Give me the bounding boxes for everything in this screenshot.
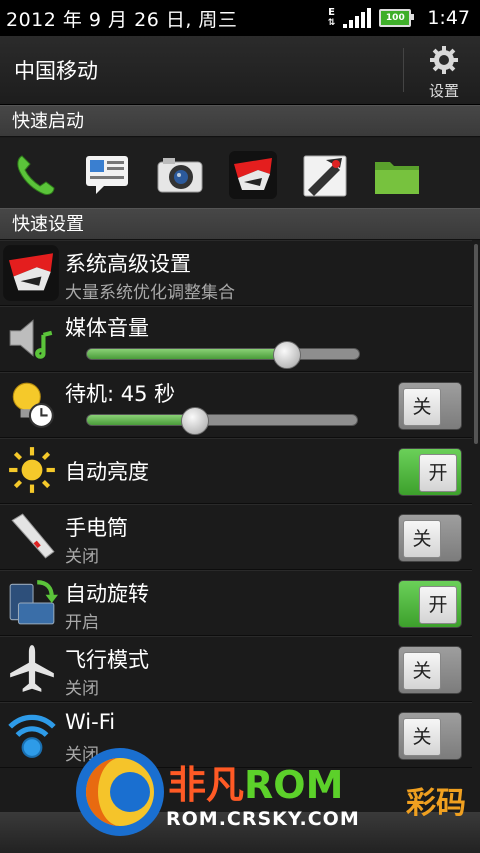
row-subtitle: 开启 [65, 613, 99, 633]
toggle-knob: 关 [403, 388, 441, 426]
row-flashlight: 手电筒 关闭 关 [0, 504, 472, 570]
auto-rotate-toggle[interactable]: 开 [398, 580, 462, 628]
settings-button[interactable]: 设置 [414, 44, 474, 101]
wifi-icon [8, 714, 56, 758]
row-advanced-settings[interactable]: 系统高级设置 大量系统优化调整集合 [0, 240, 472, 306]
watermark-brand-prefix: 非凡 [168, 763, 245, 807]
status-date: 2012 年 9 月 26 日, 周三 [6, 8, 238, 31]
status-time: 1:47 [427, 7, 470, 29]
standby-toggle[interactable]: 关 [398, 382, 462, 430]
section-header-quick-settings: 快速设置 [0, 208, 480, 240]
flashlight-toggle[interactable]: 关 [398, 514, 462, 562]
phone-icon[interactable] [10, 150, 60, 200]
section-header-quick-launch: 快速启动 [0, 105, 480, 137]
speaker-icon [9, 319, 53, 359]
row-airplane-mode: 飞行模式 关闭 关 [0, 636, 472, 702]
toggle-knob: 关 [403, 520, 441, 558]
row-title: 手电筒 [65, 516, 128, 540]
slider-thumb[interactable] [181, 407, 209, 435]
camera-icon[interactable] [155, 150, 205, 200]
row-standby: 待机: 45 秒 关 [0, 372, 472, 438]
carrier-name: 中国移动 [14, 59, 98, 83]
network-type: E [328, 7, 335, 18]
status-bar: 2012 年 9 月 26 日, 周三 E ⇅ 100 1:47 [0, 0, 480, 36]
row-title: 自动亮度 [65, 460, 149, 484]
app-icon[interactable] [228, 150, 278, 200]
watermark: 非凡ROM ROM.CRSKY.COM 彩码 [72, 742, 480, 842]
tool-icon[interactable] [300, 150, 350, 200]
row-title: 系统高级设置 [65, 252, 191, 276]
signal-strength-icon [343, 8, 372, 28]
scrollbar[interactable] [474, 244, 478, 444]
row-title: 自动旋转 [65, 582, 149, 606]
media-volume-slider[interactable] [86, 341, 360, 369]
lightbulb-clock-icon [12, 382, 54, 428]
data-network-icon: E ⇅ [327, 7, 336, 29]
battery-icon: 100 [379, 9, 415, 27]
row-title: 待机: 45 秒 [65, 382, 176, 406]
rotate-icon [9, 580, 58, 625]
row-auto-brightness: 自动亮度 开 [0, 438, 472, 504]
settings-label: 设置 [428, 82, 459, 100]
battery-level: 100 [385, 13, 405, 23]
airplane-icon [10, 645, 54, 692]
sun-icon [9, 447, 55, 493]
slider-fill [87, 349, 286, 359]
gear-icon [430, 46, 458, 74]
auto-brightness-toggle[interactable]: 开 [398, 448, 462, 496]
quick-settings-list: 系统高级设置 大量系统优化调整集合 媒体音量 待机: 45 秒 关 自动亮度 开… [0, 240, 472, 768]
toggle-knob: 关 [403, 652, 441, 690]
watermark-url: ROM.CRSKY.COM [166, 808, 360, 830]
row-subtitle: 关闭 [65, 679, 99, 699]
standby-slider[interactable] [86, 407, 358, 435]
brand-logo-icon [76, 748, 164, 836]
watermark-brand-rom: ROM [244, 763, 344, 807]
flashlight-icon [11, 513, 55, 559]
row-title: 媒体音量 [65, 316, 149, 340]
row-subtitle: 大量系统优化调整集合 [65, 283, 235, 303]
carrier-header: 中国移动 设置 [0, 36, 480, 105]
app-icon [3, 245, 59, 301]
folder-icon[interactable] [372, 150, 422, 200]
watermark-extra: 彩码 [406, 786, 466, 821]
slider-fill [87, 415, 193, 425]
toggle-knob: 开 [419, 454, 457, 492]
messages-icon[interactable] [82, 150, 132, 200]
divider [403, 48, 404, 92]
toggle-knob: 开 [419, 586, 457, 624]
row-title: 飞行模式 [65, 648, 149, 672]
row-subtitle: 关闭 [65, 547, 99, 567]
row-auto-rotate: 自动旋转 开启 开 [0, 570, 472, 636]
airplane-mode-toggle[interactable]: 关 [398, 646, 462, 694]
watermark-brand: 非凡ROM [168, 754, 343, 809]
slider-thumb[interactable] [273, 341, 301, 369]
quick-launch-bar [0, 138, 480, 214]
row-media-volume: 媒体音量 [0, 306, 472, 372]
row-title: Wi-Fi [65, 710, 116, 734]
